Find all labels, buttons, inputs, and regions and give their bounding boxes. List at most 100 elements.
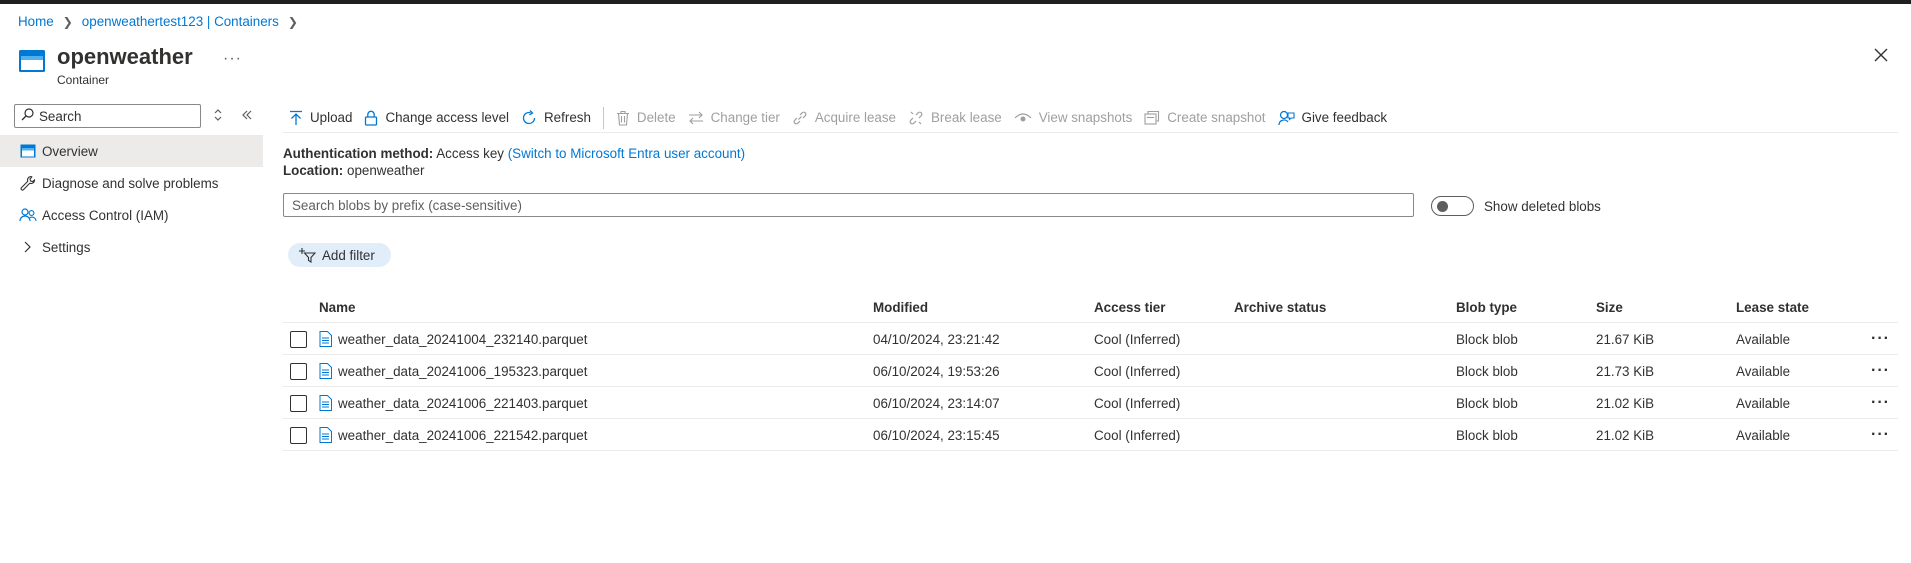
header-name[interactable]: Name bbox=[319, 291, 355, 323]
header-archive-status[interactable]: Archive status bbox=[1234, 291, 1326, 323]
change-access-level-button[interactable]: Change access level bbox=[358, 104, 515, 132]
breadcrumb-home-link[interactable]: Home bbox=[18, 14, 54, 29]
header-size[interactable]: Size bbox=[1596, 291, 1623, 323]
blob-access-tier: Cool (Inferred) bbox=[1094, 427, 1181, 443]
view-snapshots-label: View snapshots bbox=[1038, 110, 1133, 125]
file-icon bbox=[319, 427, 332, 443]
breadcrumb: Home ❯ openweathertest123 | Containers ❯ bbox=[18, 14, 307, 29]
create-snapshot-label: Create snapshot bbox=[1167, 110, 1266, 125]
refresh-icon bbox=[522, 109, 536, 124]
delete-button[interactable]: Delete bbox=[610, 104, 682, 132]
row-checkbox[interactable] bbox=[290, 426, 307, 444]
blob-search-input[interactable] bbox=[283, 193, 1414, 217]
blob-access-tier: Cool (Inferred) bbox=[1094, 363, 1181, 379]
row-more-button[interactable]: ··· bbox=[1871, 323, 1890, 355]
delete-label: Delete bbox=[636, 110, 676, 125]
close-icon[interactable] bbox=[1872, 46, 1890, 64]
blob-name[interactable]: weather_data_20241006_221542.parquet bbox=[338, 428, 587, 443]
add-filter-icon bbox=[299, 248, 316, 263]
table-row[interactable]: weather_data_20241004_232140.parquet 04/… bbox=[283, 323, 1898, 355]
row-more-button[interactable]: ··· bbox=[1871, 419, 1890, 451]
blob-name[interactable]: weather_data_20241006_195323.parquet bbox=[338, 364, 587, 379]
header-modified[interactable]: Modified bbox=[873, 291, 928, 323]
search-icon bbox=[21, 108, 34, 124]
row-more-button[interactable]: ··· bbox=[1871, 355, 1890, 387]
sidebar-item-label: Settings bbox=[42, 239, 91, 255]
blob-modified: 04/10/2024, 23:21:42 bbox=[873, 331, 1000, 347]
upload-button[interactable]: Upload bbox=[283, 104, 358, 132]
toggle-knob bbox=[1437, 201, 1448, 212]
container-icon bbox=[18, 49, 46, 73]
blob-size: 21.02 KiB bbox=[1596, 395, 1655, 411]
blob-type: Block blob bbox=[1456, 363, 1518, 379]
eye-icon bbox=[1014, 112, 1032, 121]
break-lease-button[interactable]: Break lease bbox=[902, 104, 1008, 132]
snapshot-icon bbox=[1144, 110, 1160, 125]
acquire-lease-button[interactable]: Acquire lease bbox=[786, 104, 902, 132]
chevron-right-icon bbox=[19, 238, 37, 256]
show-deleted-toggle[interactable] bbox=[1431, 196, 1474, 216]
blob-name[interactable]: weather_data_20241006_221403.parquet bbox=[338, 396, 587, 411]
blob-lease-state: Available bbox=[1736, 363, 1791, 379]
row-checkbox[interactable] bbox=[290, 394, 307, 412]
row-checkbox[interactable] bbox=[290, 362, 307, 380]
create-snapshot-button[interactable]: Create snapshot bbox=[1138, 104, 1271, 132]
page-header: openweather Container ··· bbox=[18, 44, 241, 87]
change-access-level-label: Change access level bbox=[385, 110, 510, 125]
break-lease-label: Break lease bbox=[931, 110, 1002, 125]
trash-icon bbox=[616, 110, 629, 126]
header-lease-state[interactable]: Lease state bbox=[1736, 291, 1809, 323]
blob-size: 21.02 KiB bbox=[1596, 427, 1655, 443]
refresh-button[interactable]: Refresh bbox=[515, 104, 597, 132]
collapse-sidebar-icon[interactable] bbox=[238, 106, 256, 124]
sidebar-search[interactable] bbox=[14, 104, 201, 128]
wrench-icon bbox=[19, 174, 37, 192]
sidebar-item-overview[interactable]: Overview bbox=[0, 135, 263, 167]
page-title: openweather bbox=[57, 44, 193, 69]
blob-modified: 06/10/2024, 23:15:45 bbox=[873, 427, 1000, 443]
blob-lease-state: Available bbox=[1736, 427, 1791, 443]
sidebar-nav: Overview Diagnose and solve problems Acc… bbox=[0, 135, 263, 263]
page-subtitle: Container bbox=[57, 73, 110, 87]
sidebar-search-input[interactable] bbox=[39, 108, 189, 124]
switch-auth-link[interactable]: (Switch to Microsoft Entra user account) bbox=[508, 146, 745, 161]
view-snapshots-button[interactable]: View snapshots bbox=[1008, 104, 1139, 132]
sidebar-item-iam[interactable]: Access Control (IAM) bbox=[0, 199, 263, 231]
sidebar-item-settings[interactable]: Settings bbox=[0, 231, 263, 263]
change-tier-label: Change tier bbox=[710, 110, 780, 125]
location-label: Location: bbox=[283, 163, 344, 178]
file-icon bbox=[319, 395, 332, 411]
header-blob-type[interactable]: Blob type bbox=[1456, 291, 1517, 323]
people-icon bbox=[19, 206, 37, 224]
container-info: Authentication method: Access key (Switc… bbox=[283, 145, 745, 179]
blob-type: Block blob bbox=[1456, 395, 1518, 411]
sidebar-item-label: Diagnose and solve problems bbox=[42, 175, 219, 191]
more-options-button[interactable]: ··· bbox=[223, 50, 242, 68]
auth-method-label: Authentication method: bbox=[283, 146, 434, 161]
table-row[interactable]: weather_data_20241006_221403.parquet 06/… bbox=[283, 387, 1898, 419]
blob-access-tier: Cool (Inferred) bbox=[1094, 395, 1181, 411]
blob-table: Name Modified Access tier Archive status… bbox=[283, 291, 1898, 451]
row-more-button[interactable]: ··· bbox=[1871, 387, 1890, 419]
sidebar-item-label: Overview bbox=[42, 143, 98, 159]
blob-name[interactable]: weather_data_20241004_232140.parquet bbox=[338, 332, 587, 347]
change-tier-button[interactable]: Change tier bbox=[682, 104, 786, 132]
row-checkbox[interactable] bbox=[290, 330, 307, 348]
swap-icon bbox=[688, 111, 703, 124]
header-access-tier[interactable]: Access tier bbox=[1094, 291, 1165, 323]
sidebar-item-diagnose[interactable]: Diagnose and solve problems bbox=[0, 167, 263, 199]
link-icon bbox=[793, 111, 807, 124]
blob-type: Block blob bbox=[1456, 427, 1518, 443]
toolbar-divider bbox=[602, 106, 604, 129]
overview-icon bbox=[19, 142, 37, 160]
location-value: openweather bbox=[347, 163, 425, 178]
add-filter-button[interactable]: Add filter bbox=[288, 243, 391, 267]
table-row[interactable]: weather_data_20241006_221542.parquet 06/… bbox=[283, 419, 1898, 451]
table-row[interactable]: weather_data_20241006_195323.parquet 06/… bbox=[283, 355, 1898, 387]
sort-icon[interactable] bbox=[209, 106, 227, 124]
lock-icon bbox=[365, 110, 378, 126]
feedback-icon bbox=[1277, 110, 1295, 126]
chevron-right-icon: ❯ bbox=[287, 14, 298, 29]
breadcrumb-containers-link[interactable]: openweathertest123 | Containers bbox=[82, 14, 279, 29]
give-feedback-button[interactable]: Give feedback bbox=[1272, 104, 1394, 132]
